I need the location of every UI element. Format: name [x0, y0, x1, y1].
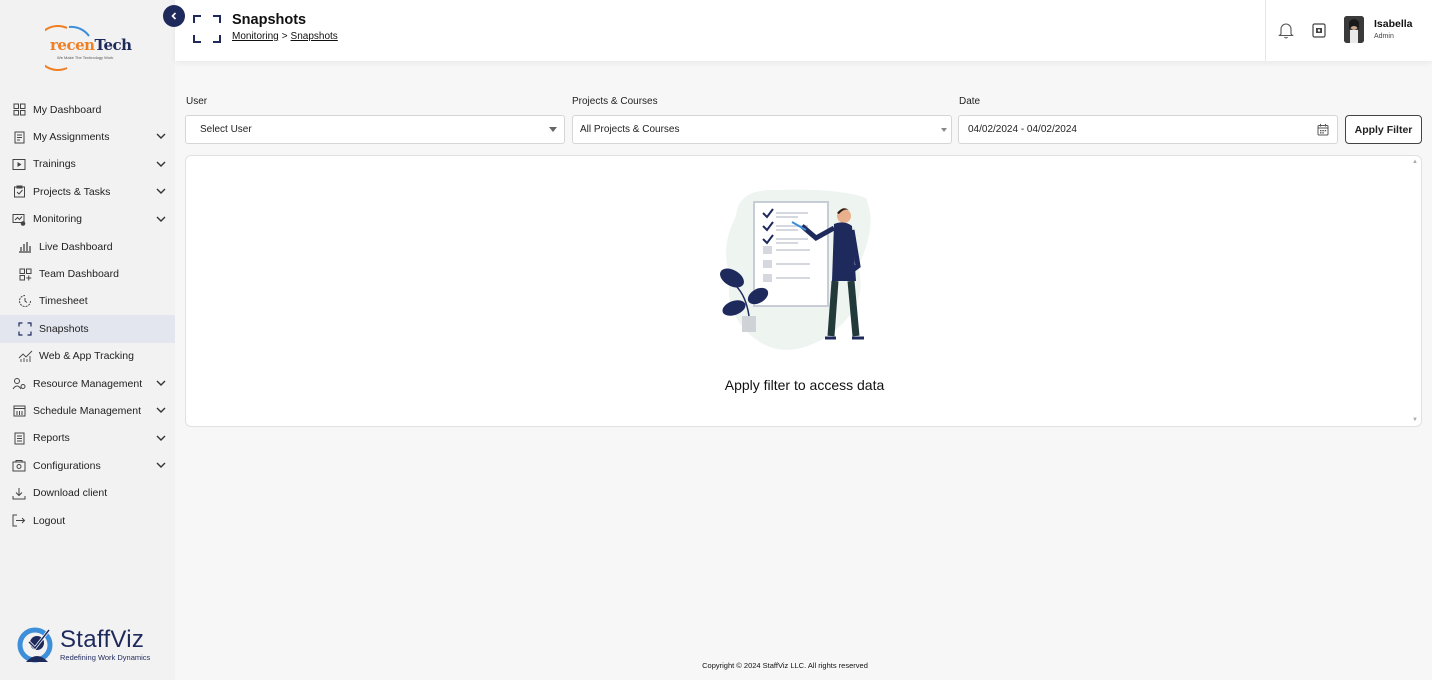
- chevron-down-icon[interactable]: [156, 460, 166, 472]
- breadcrumb-separator: >: [281, 31, 288, 42]
- sidebar-item-label: Team Dashboard: [39, 268, 119, 281]
- apply-filter-button[interactable]: Apply Filter: [1345, 115, 1422, 144]
- projects-filter-label: Projects & Courses: [572, 96, 658, 107]
- page-title: Snapshots: [232, 12, 307, 28]
- sidebar-item-team-dashboard[interactable]: Team Dashboard: [0, 260, 175, 287]
- sidebar-item-my-assignments[interactable]: My Assignments: [0, 123, 175, 150]
- sidebar: recenTech We Make The Technology Work My…: [0, 0, 175, 680]
- chevron-down-icon[interactable]: [156, 159, 166, 171]
- logout-icon: [11, 513, 27, 529]
- sidebar-item-download-client[interactable]: Download client: [0, 479, 175, 506]
- breadcrumb: Monitoring > Snapshots: [232, 31, 338, 42]
- user-select[interactable]: Select User: [185, 115, 565, 144]
- sidebar-item-reports[interactable]: Reports: [0, 425, 175, 452]
- trainings-icon: [11, 156, 27, 172]
- staffviz-logo: StaffViz Redefining Work Dynamics: [16, 624, 166, 666]
- snapshots-results-panel: ▲ Apply filter to access data ▼: [185, 155, 1422, 427]
- sidebar-item-web-app-tracking[interactable]: Web & App Tracking: [0, 343, 175, 370]
- sidebar-item-projects-tasks[interactable]: Projects & Tasks: [0, 178, 175, 205]
- sidebar-item-label: Trainings: [33, 158, 76, 171]
- sidebar-item-label: Snapshots: [39, 322, 89, 335]
- caret-down-icon: [549, 127, 557, 132]
- header-divider: [1265, 0, 1266, 61]
- sidebar-item-label: Live Dashboard: [39, 240, 113, 253]
- staffviz-tagline: Redefining Work Dynamics: [60, 653, 151, 662]
- sidebar-item-label: My Assignments: [33, 131, 110, 144]
- calendar-icon[interactable]: [1317, 123, 1329, 136]
- scroll-down-arrow-icon[interactable]: ▼: [1412, 417, 1418, 423]
- sidebar-item-label: Reports: [33, 432, 70, 445]
- user-name[interactable]: Isabella: [1374, 18, 1413, 30]
- sidebar-item-label: Download client: [33, 487, 108, 500]
- chevron-down-icon[interactable]: [156, 405, 166, 417]
- breadcrumb-snapshots[interactable]: Snapshots: [291, 31, 338, 42]
- chevron-down-icon[interactable]: [156, 186, 166, 198]
- breadcrumb-monitoring[interactable]: Monitoring: [232, 31, 279, 42]
- sidebar-item-snapshots[interactable]: Snapshots: [0, 315, 175, 343]
- clock-icon: [17, 293, 33, 309]
- sidebar-item-my-dashboard[interactable]: My Dashboard: [0, 96, 175, 123]
- sidebar-item-label: Schedule Management: [33, 404, 141, 417]
- tracking-chart-icon: [17, 348, 33, 364]
- sidebar-item-resource-management[interactable]: Resource Management: [0, 370, 175, 397]
- config-icon: [11, 458, 27, 474]
- sidebar-item-label: Timesheet: [39, 295, 88, 308]
- staffviz-wordmark: StaffViz: [60, 626, 145, 653]
- sidebar-item-label: Logout: [33, 514, 66, 527]
- date-range-picker[interactable]: 04/02/2024 - 04/02/2024: [958, 115, 1338, 144]
- snapshot-frame-icon: [17, 321, 33, 337]
- sidebar-item-trainings[interactable]: Trainings: [0, 151, 175, 178]
- empty-state-illustration: [720, 189, 871, 350]
- top-header: Snapshots Monitoring > Snapshots Isabella …: [175, 0, 1432, 61]
- grid-plus-icon: [17, 266, 33, 282]
- sidebar-item-label: My Dashboard: [33, 103, 102, 116]
- report-icon: [11, 430, 27, 446]
- sidebar-item-label: Resource Management: [33, 377, 143, 390]
- user-role: Admin: [1374, 33, 1394, 40]
- user-select-value: Select User: [200, 124, 252, 135]
- dashboard-icon: [11, 102, 27, 118]
- bell-icon[interactable]: [1278, 22, 1294, 39]
- copyright-footer: Copyright © 2024 StaffViz LLC. All right…: [702, 661, 868, 670]
- recentech-logo[interactable]: recenTech We Make The Technology Work: [34, 22, 135, 72]
- assignments-icon: [11, 129, 27, 145]
- chevron-down-icon[interactable]: [156, 433, 166, 445]
- id-badge-icon[interactable]: [1311, 22, 1327, 39]
- download-icon: [11, 485, 27, 501]
- sidebar-collapse-button[interactable]: [163, 5, 185, 27]
- calendar-icon: [11, 403, 27, 419]
- chevron-down-icon[interactable]: [156, 214, 166, 226]
- monitoring-icon: [11, 211, 27, 227]
- sidebar-nav: My Dashboard My Assignments Trainings Proje…: [0, 96, 175, 534]
- projects-icon: [11, 184, 27, 200]
- sidebar-item-label: Web & App Tracking: [39, 350, 134, 363]
- empty-state-message: Apply filter to access data: [724, 377, 885, 393]
- sidebar-item-schedule-management[interactable]: Schedule Management: [0, 397, 175, 424]
- sidebar-item-monitoring[interactable]: Monitoring: [0, 206, 175, 233]
- sidebar-item-label: Configurations: [33, 459, 101, 472]
- sidebar-item-label: Monitoring: [33, 213, 83, 226]
- sidebar-item-logout[interactable]: Logout: [0, 507, 175, 534]
- staffviz-mark-icon: [17, 627, 53, 663]
- date-filter-label: Date: [959, 96, 981, 107]
- resource-icon: [11, 376, 27, 392]
- chevron-down-icon[interactable]: [156, 378, 166, 390]
- sidebar-item-timesheet[interactable]: Timesheet: [0, 288, 175, 315]
- sidebar-item-live-dashboard[interactable]: Live Dashboard: [0, 233, 175, 260]
- scroll-up-arrow-icon[interactable]: ▲: [1412, 159, 1418, 165]
- sidebar-item-label: Projects & Tasks: [33, 185, 111, 198]
- sidebar-item-configurations[interactable]: Configurations: [0, 452, 175, 479]
- user-filter-label: User: [186, 96, 208, 107]
- projects-select[interactable]: All Projects & Courses: [572, 115, 952, 144]
- chevron-down-icon[interactable]: [156, 131, 166, 143]
- snapshot-frame-icon: [193, 15, 221, 43]
- avatar[interactable]: [1344, 16, 1364, 43]
- bar-chart-icon: [17, 239, 33, 255]
- date-range-value: 04/02/2024 - 04/02/2024: [968, 124, 1077, 135]
- caret-down-icon: [941, 128, 947, 132]
- chevron-left-icon: [171, 12, 177, 20]
- projects-select-value: All Projects & Courses: [580, 124, 680, 135]
- logo-text: recenTech: [50, 36, 132, 54]
- logo-tagline: We Make The Technology Work: [57, 55, 114, 60]
